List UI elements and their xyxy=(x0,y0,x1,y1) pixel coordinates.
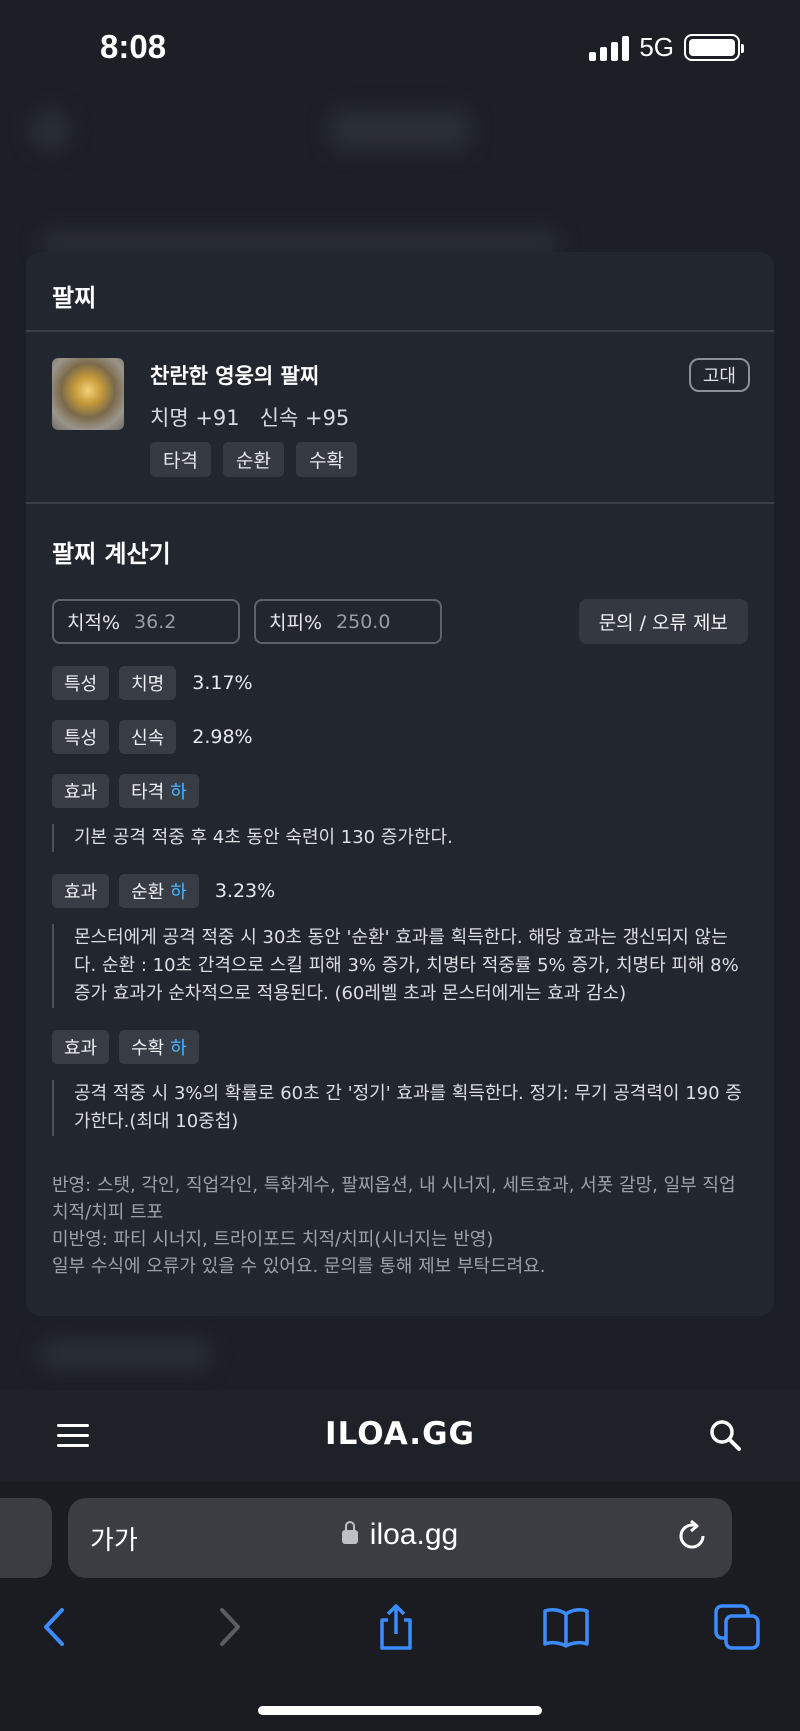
result-level: 하 xyxy=(170,782,187,803)
reload-icon[interactable] xyxy=(674,1518,710,1554)
crit-rate-value: 36.2 xyxy=(134,610,177,633)
result-row: 효과 수확 하 xyxy=(52,1030,748,1064)
panel-title: 팔찌 xyxy=(52,284,97,312)
crit-damage-label: 치피% xyxy=(269,612,323,634)
item-stats: 치명 +91 신속 +95 xyxy=(150,406,350,430)
calculator-title: 팔찌 계산기 xyxy=(52,540,171,568)
url-display[interactable]: iloa.gg xyxy=(68,1518,732,1552)
previous-tab[interactable] xyxy=(0,1498,52,1578)
bookmarks-icon[interactable] xyxy=(541,1602,591,1652)
item-name: 찬란한 영웅의 팔찌 xyxy=(150,364,320,388)
crit-damage-input[interactable]: 치피% 250.0 xyxy=(254,599,442,644)
effect-description: 공격 적중 시 3%의 확률로 60초 간 '정기' 효과를 획득한다. 정기:… xyxy=(52,1080,748,1136)
crit-damage-value: 250.0 xyxy=(336,610,391,633)
note-line: 일부 수식에 오류가 있을 수 있어요. 문의를 통해 제보 부탁드려요. xyxy=(52,1256,546,1277)
result-value: 3.23% xyxy=(214,880,276,902)
status-bar: 8:08 5G xyxy=(0,0,800,95)
effect-description: 몬스터에게 공격 적중 시 30초 동안 '순환' 효과를 획득한다. 해당 효… xyxy=(52,924,748,1008)
tabs-icon[interactable] xyxy=(712,1602,762,1652)
bracelet-item: 찬란한 영웅의 팔찌 치명 +91 신속 +95 고대 타격 순환 수확 xyxy=(26,332,774,504)
effect-description: 기본 공격 적중 후 4초 동안 숙련이 130 증가한다. xyxy=(52,824,748,852)
crit-rate-input[interactable]: 치적% 36.2 xyxy=(52,599,240,644)
result-level: 하 xyxy=(170,1038,187,1059)
bracelet-image xyxy=(52,358,124,430)
browser-toolbar xyxy=(0,1602,800,1672)
status-time: 8:08 xyxy=(100,28,167,65)
address-bar[interactable]: 가가 iloa.gg xyxy=(68,1498,732,1578)
result-name: 치명 xyxy=(119,666,177,700)
grade-badge: 고대 xyxy=(688,358,750,392)
result-type: 특성 xyxy=(52,720,110,754)
item-tags: 타격 순환 수확 xyxy=(150,442,357,477)
status-indicators: 5G xyxy=(589,32,744,63)
result-type: 효과 xyxy=(52,874,110,908)
result-name: 순환 하 xyxy=(119,874,199,908)
item-tag: 수확 xyxy=(295,442,357,477)
forward-icon[interactable] xyxy=(204,1602,254,1652)
result-row: 특성 치명 3.17% xyxy=(52,666,748,700)
signal-icon xyxy=(589,35,630,61)
battery-icon xyxy=(684,34,744,61)
result-row: 효과 순환 하 3.23% xyxy=(52,874,748,908)
result-name: 신속 xyxy=(119,720,177,754)
result-value: 2.98% xyxy=(192,726,253,748)
browser-bar: 가가 iloa.gg xyxy=(0,1482,800,1731)
item-tag: 순환 xyxy=(222,442,284,477)
lock-icon xyxy=(341,1521,358,1544)
crit-rate-label: 치적% xyxy=(67,612,121,634)
result-type: 효과 xyxy=(52,1030,110,1064)
result-name: 타격 하 xyxy=(119,774,199,808)
home-indicator xyxy=(258,1706,542,1715)
search-icon[interactable] xyxy=(708,1418,742,1452)
result-row: 효과 타격 하 xyxy=(52,774,748,808)
network-label: 5G xyxy=(639,32,674,62)
back-icon[interactable] xyxy=(30,1602,80,1652)
calculator-notes: 반영: 스탯, 각인, 직업각인, 특화계수, 팔찌옵션, 내 시너지, 세트효… xyxy=(52,1172,748,1280)
item-tag: 타격 xyxy=(150,442,211,477)
site-nav: ILOA.GG xyxy=(0,1390,800,1482)
panel-header: 팔찌 xyxy=(26,252,774,332)
bracelet-calculator: 팔찌 계산기 치적% 36.2 치피% 250.0 문의 / 오류 제보 특성 … xyxy=(26,504,774,1280)
report-button[interactable]: 문의 / 오류 제보 xyxy=(578,599,748,644)
calculator-inputs: 치적% 36.2 치피% 250.0 문의 / 오류 제보 xyxy=(52,599,748,644)
bracelet-panel: 팔찌 찬란한 영웅의 팔찌 치명 +91 신속 +95 고대 타격 순환 수확 … xyxy=(26,252,774,1316)
result-type: 특성 xyxy=(52,666,110,700)
result-value: 3.17% xyxy=(192,672,253,694)
result-type: 효과 xyxy=(52,774,110,808)
site-logo[interactable]: ILOA.GG xyxy=(0,1416,800,1452)
note-line: 미반영: 파티 시너지, 트라이포드 치적/치피(시너지는 반영) xyxy=(52,1229,494,1250)
result-level: 하 xyxy=(170,882,187,903)
note-line: 반영: 스탯, 각인, 직업각인, 특화계수, 팔찌옵션, 내 시너지, 세트효… xyxy=(52,1175,736,1223)
result-row: 특성 신속 2.98% xyxy=(52,720,748,754)
result-name: 수확 하 xyxy=(119,1030,199,1064)
share-icon[interactable] xyxy=(371,1602,421,1652)
